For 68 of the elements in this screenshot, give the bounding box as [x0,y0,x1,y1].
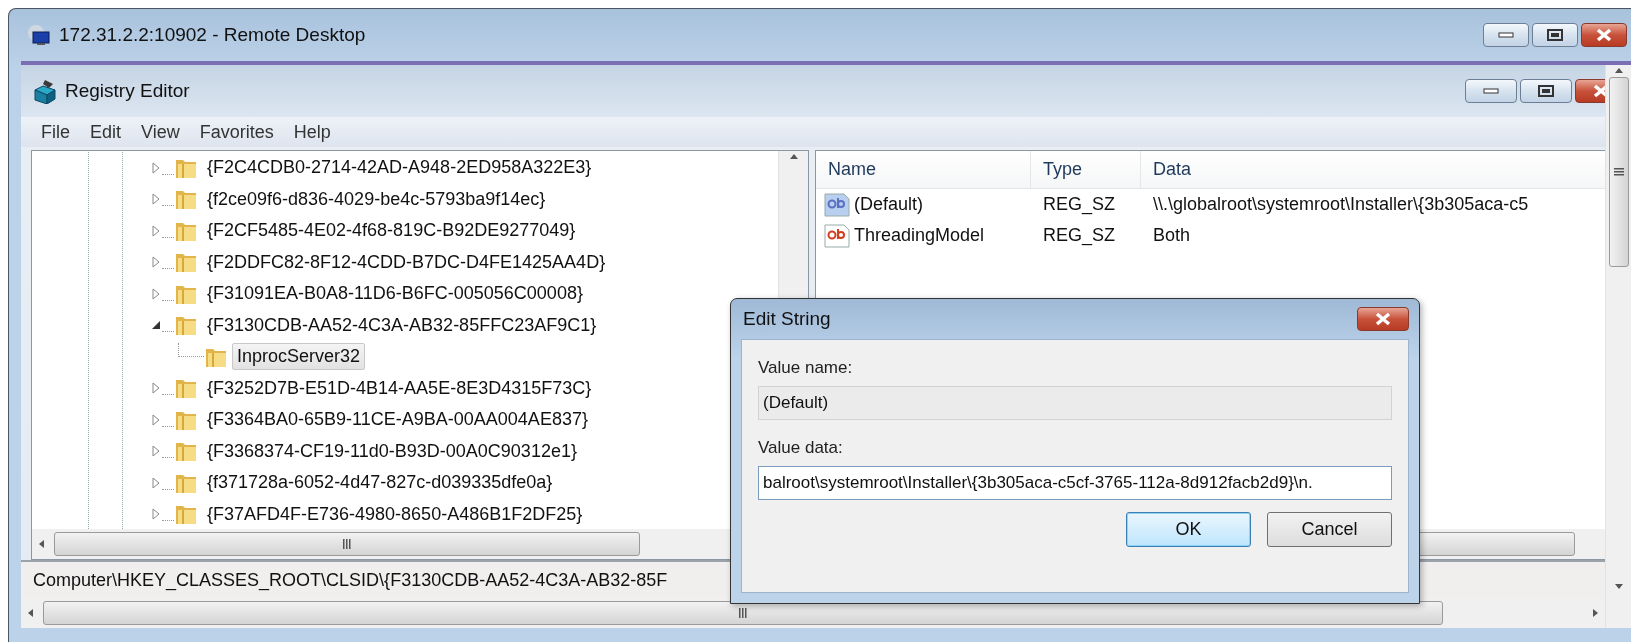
value-name[interactable]: (Default) [854,194,924,215]
close-icon [1375,312,1391,326]
column-header[interactable]: Type [1031,151,1141,188]
value-data: Both [1153,225,1191,246]
string-value-icon [824,223,850,248]
remote-desktop-icon [27,24,53,46]
tree-item[interactable]: {F3364BA0-65B9-11CE-A9BA-00AA004AE837} [202,406,593,434]
scrollbar-thumb[interactable] [54,532,640,556]
collapsed-icon[interactable] [150,476,162,489]
tree-item[interactable]: {F37AFD4F-E736-4980-8650-A486B1F2DF25} [202,500,588,528]
collapsed-icon[interactable] [150,508,162,521]
scroll-grip-icon [342,538,352,550]
tree-item[interactable]: {F2CF5485-4E02-4f68-819C-B92DE9277049} [202,217,581,245]
maximize-icon [1538,85,1554,97]
expanded-icon[interactable] [150,319,162,332]
scroll-grip-icon [1612,167,1625,177]
minimize-icon [1483,88,1499,94]
tree-item[interactable]: {F2C4CDB0-2714-42AD-A948-2ED958A322E3} [202,154,597,182]
collapsed-icon[interactable] [150,224,162,237]
collapsed-icon[interactable] [150,161,162,174]
close-button[interactable] [1357,307,1409,331]
collapsed-icon[interactable] [150,287,162,300]
registry-icon [33,78,59,104]
column-header[interactable]: Name [816,151,1031,188]
window-title: 172.31.2.2:10902 - Remote Desktop [59,24,366,46]
scrollbar-thumb[interactable] [1608,77,1629,267]
value-type: REG_SZ [1043,225,1116,246]
menu-item[interactable]: View [131,119,190,145]
tree-item[interactable]: {f371728a-6052-4d47-827c-d039335dfe0a} [202,469,558,497]
value-type: REG_SZ [1043,194,1116,215]
minimize-button[interactable] [1483,23,1529,47]
minimize-icon [1498,32,1514,38]
menu-item[interactable]: Favorites [189,119,284,145]
value-name[interactable]: ThreadingModel [854,225,985,246]
tree-item[interactable]: {F3368374-CF19-11d0-B93D-00A0C90312e1} [202,437,582,465]
value-data: \\.\globalroot\systemroot\Installer\{3b305aca-c5 [1153,194,1529,215]
scroll-grip-icon [738,607,748,619]
close-icon [1596,28,1612,42]
string-value-icon [824,192,850,217]
collapsed-icon[interactable] [150,382,162,395]
cancel-button[interactable]: Cancel [1267,512,1392,547]
ok-button[interactable]: OK [1126,512,1251,547]
maximize-button[interactable] [1532,23,1578,47]
tree-item[interactable]: {F3252D7B-E51D-4B14-AA5E-8E3D4315F73C} [202,374,597,402]
field-label: Value data: [758,438,844,458]
collapsed-icon[interactable] [150,413,162,426]
maximize-button[interactable] [1520,79,1572,103]
window-title: Registry Editor [65,80,190,102]
collapsed-icon[interactable] [150,445,162,458]
close-icon [1593,84,1605,98]
menu-item[interactable]: Help [283,119,341,145]
minimize-button[interactable] [1465,79,1517,103]
maximize-icon [1547,29,1563,41]
menu-item[interactable]: Edit [80,119,132,145]
value-data-field[interactable]: balroot\systemroot\Installer\{3b305aca-c5cf-3765-112a-8d912facb2d9}\n. [758,466,1392,500]
dialog-title: Edit String [743,308,831,330]
tree-item[interactable]: {F3130CDB-AA52-4C3A-AB32-85FFC23AF9C1} [202,311,602,339]
menu-item[interactable]: File [31,119,80,145]
field-label: Value name: [758,358,854,378]
tree-item[interactable]: InprocServer32 [232,343,366,371]
tree-item[interactable]: {f2ce09f6-d836-4029-be4c-5793ba9f14ec} [202,185,551,213]
collapsed-icon[interactable] [150,193,162,206]
tree-item[interactable]: {F31091EA-B0A8-11D6-B6FC-005056C00008} [202,280,588,308]
tree-item[interactable]: {F2DDFC82-8F12-4CDD-B7DC-D4FE1425AA4D} [202,248,611,276]
close-button[interactable] [1581,23,1627,47]
scrollbar-thumb[interactable] [43,601,1443,625]
collapsed-icon[interactable] [150,256,162,269]
status-path: Computer\HKEY_CLASSES_ROOT\CLSID\{F3130CDB-AA52-4C3A-AB32-85F [33,569,668,591]
